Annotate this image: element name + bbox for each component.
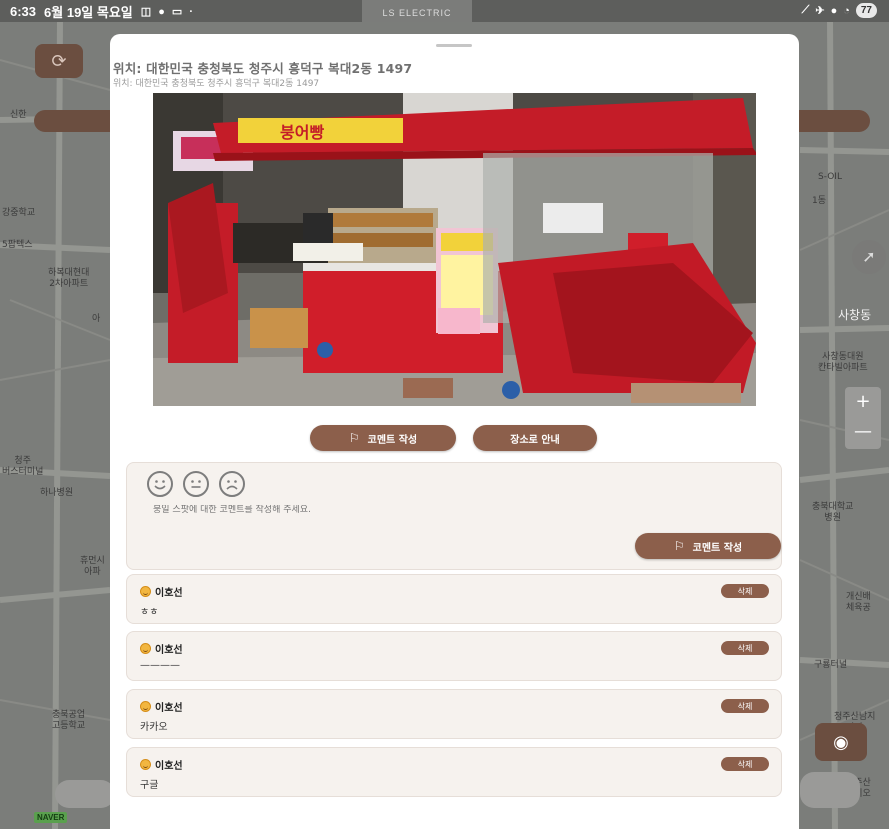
comment-author: 이호선 (140, 584, 183, 599)
map-label: 개신배 체육공 (846, 592, 871, 613)
map-label: 충북공업 고등학교 (52, 710, 86, 731)
compass-icon[interactable]: ➚ (852, 240, 886, 274)
map-label: 하나병원 (40, 488, 74, 498)
location-title: 위치: 대한민국 충청북도 청주시 흥덕구 복대2동 1497 (113, 61, 413, 76)
map-label: 신한 (10, 110, 27, 120)
comment-author: 이호선 (140, 757, 183, 772)
wifi-icon: ◔ (843, 4, 850, 17)
comment-card: 이호선 ㅎㅎ 삭제 (126, 574, 782, 624)
refresh-icon: ⟳ (51, 50, 67, 72)
comment-compose-box: ⚐ 코멘트 작성 (126, 462, 782, 570)
neutral-face-icon[interactable] (183, 471, 209, 497)
comment-author-name: 이호선 (155, 645, 183, 656)
comment-author: 이호선 (140, 699, 183, 714)
zoom-control: + — (845, 387, 881, 449)
view-button[interactable]: ◉ (815, 723, 867, 761)
submit-comment-label: 코멘트 작성 (692, 542, 743, 554)
comment-card: 이호선 카카오 삭제 (126, 689, 782, 739)
comment-text: 카카오 (140, 722, 168, 733)
naver-logo: NAVER (34, 812, 68, 823)
rating-selector (147, 471, 245, 497)
status-sign-text: LS ELECTRIC (362, 0, 472, 22)
status-time: 6:33 (10, 3, 37, 19)
map-label: 충북대학교 병원 (812, 502, 854, 523)
write-comment-button[interactable]: ⚐ 코멘트 작성 (310, 425, 456, 451)
place-detail-sheet: 위치: 대한민국 충청북도 청주시 흥덕구 복대2동 1497 위치: 대한민국… (110, 34, 799, 829)
map-bottom-control[interactable] (55, 780, 115, 808)
map-label: 강중학교 (2, 208, 36, 218)
map-label: 1동 (812, 196, 827, 206)
map-label: 사창동대원 칸타빌아파트 (818, 352, 868, 373)
comment-card: 이호선 ———— 삭제 (126, 631, 782, 681)
food-cart-illustration: 붕어빵 (153, 93, 756, 406)
delete-comment-button[interactable]: 삭제 (721, 584, 769, 598)
comment-input[interactable] (153, 505, 653, 515)
battery-icon: 77 (855, 3, 877, 18)
map-label: 휴먼시 아파 (80, 556, 105, 577)
zoom-in-button[interactable]: + (845, 387, 881, 417)
signal-icon: ✈ (815, 5, 825, 17)
map-label: 하복대현대 2차아파트 (48, 268, 90, 289)
status-right: ⟋ ✈ ● ◔ 77 (802, 3, 877, 18)
delete-comment-button[interactable]: 삭제 (721, 641, 769, 655)
refresh-button[interactable]: ⟳ (35, 44, 83, 78)
notification-icons: ◫ ● ▭ · (140, 5, 196, 18)
smiley-icon (140, 643, 151, 654)
navigate-label: 장소로 안내 (510, 434, 560, 446)
delete-comment-button[interactable]: 삭제 (721, 757, 769, 771)
flag-icon: ⚐ (673, 539, 685, 553)
smiley-icon (140, 759, 151, 770)
map-bottom-control-right[interactable] (800, 772, 860, 808)
sad-face-icon[interactable] (219, 471, 245, 497)
comment-author-name: 이호선 (155, 761, 183, 772)
comment-author-name: 이호선 (155, 588, 183, 599)
write-comment-label: 코멘트 작성 (367, 434, 418, 446)
eye-icon: ◉ (833, 731, 849, 753)
sheet-drag-handle[interactable] (436, 44, 472, 47)
zoom-out-button[interactable]: — (845, 417, 881, 447)
status-date: 6월 19일 목요일 (44, 4, 133, 20)
photo-sign-text: 붕어빵 (280, 123, 324, 142)
navigate-to-place-button[interactable]: 장소로 안내 (473, 425, 597, 451)
smiley-icon (140, 701, 151, 712)
map-label: S-OIL (818, 172, 842, 182)
map-label: 청주 버스터미널 (2, 456, 44, 477)
place-photo: 붕어빵 (153, 93, 756, 406)
map-label: 사창동 (838, 308, 872, 322)
comment-text: ㅎㅎ (140, 607, 159, 618)
comment-text: 구글 (140, 780, 159, 791)
location-icon: ● (830, 4, 838, 17)
map-label: 아 (92, 314, 101, 324)
map-label: 구룡터널 (814, 660, 848, 670)
happy-face-icon[interactable] (147, 471, 173, 497)
smiley-icon (140, 586, 151, 597)
flag-icon: ⚐ (348, 431, 360, 445)
comment-author: 이호선 (140, 641, 183, 656)
map-label: 5팝텍스 (2, 240, 33, 250)
submit-comment-button[interactable]: ⚐ 코멘트 작성 (635, 533, 781, 559)
comment-author-name: 이호선 (155, 703, 183, 714)
location-subtitle: 위치: 대한민국 충청북도 청주시 흥덕구 복대2동 1497 (113, 79, 320, 89)
mute-icon: ⟋ (801, 4, 810, 16)
delete-comment-button[interactable]: 삭제 (721, 699, 769, 713)
comment-text: ———— (140, 660, 180, 671)
comment-card: 이호선 구글 삭제 (126, 747, 782, 797)
